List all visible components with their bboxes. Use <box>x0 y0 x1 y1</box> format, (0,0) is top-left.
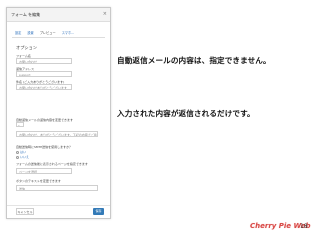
reply-address-input[interactable]: support <box>16 71 72 77</box>
modal-title: フォーム を編集 <box>11 12 41 17</box>
modal-footer-divider <box>7 205 110 206</box>
callout-reply-content-note: 入力された内容が返信されるだけです。 <box>117 109 255 118</box>
radio-yes-label: はい <box>20 150 27 154</box>
close-icon[interactable]: × <box>103 8 107 21</box>
button-text-input[interactable]: 送信 <box>16 185 98 191</box>
radio-no-label: いいえ <box>20 155 30 159</box>
smtp-question-label: 自動送信時にSMTP送信を使用しますか？ <box>16 145 73 149</box>
subject-input[interactable]: お問い合わせありがとうございます <box>16 84 72 90</box>
save-button[interactable]: 保存 <box>93 208 104 215</box>
radio-circle[interactable] <box>16 155 19 159</box>
page-number: 18 <box>300 223 308 230</box>
edit-form-modal: フォーム を編集 × 設定 設置 プレビュー スマホ... オプション フォーム… <box>6 7 111 219</box>
small-number-field[interactable]: 1 <box>16 122 24 127</box>
tabs-divider <box>12 37 105 38</box>
form-name-input[interactable]: お問い合わせ <box>16 58 72 64</box>
radio-no[interactable]: いいえ <box>16 155 29 159</box>
auto-reply-input[interactable]: お問い合わせ、ありがとうございます。下記の内容でご連絡... <box>16 131 98 137</box>
radio-circle[interactable] <box>16 150 19 154</box>
redirect-page-label: フォームの送信後に表示されるページを指定できます <box>16 162 88 166</box>
modal-header: フォーム を編集 × <box>7 8 110 22</box>
radio-yes[interactable]: はい <box>16 150 26 154</box>
redirect-page-select[interactable]: ページを選択 <box>16 168 72 174</box>
button-text-label: ボタンのテキストを変更できます <box>16 179 61 183</box>
section-title: オプション <box>16 45 37 50</box>
auto-reply-label: 自動返信メールの返信内容を変更できます <box>16 118 74 122</box>
callout-auto-reply-note: 自動返信メールの内容は、指定できません。 <box>117 56 271 65</box>
cancel-button[interactable]: キャンセル <box>16 208 34 215</box>
